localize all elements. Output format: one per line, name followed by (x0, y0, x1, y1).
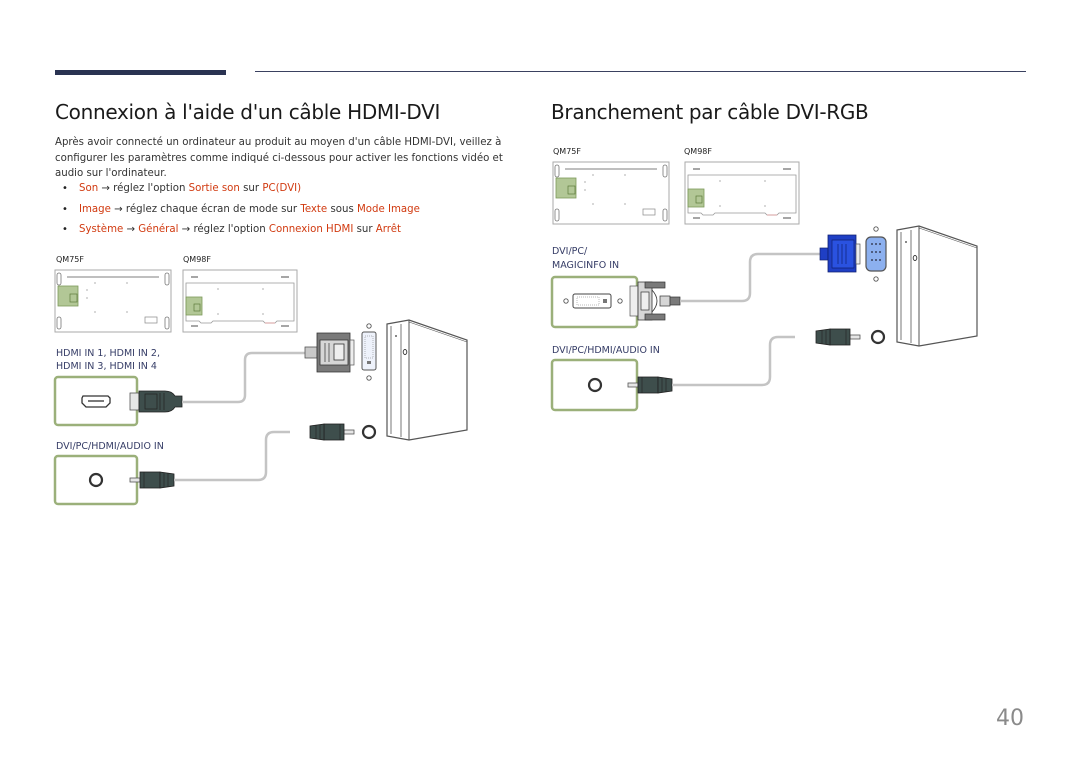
audio-plug-pc-left (309, 423, 355, 441)
connection-diagrams (53, 161, 978, 506)
page-number: 40 (996, 706, 1024, 731)
pc-tower-left (386, 319, 468, 441)
audio-port-box-left (53, 454, 139, 506)
vga-port-pc (865, 226, 887, 282)
pc-tower-right (896, 225, 978, 347)
audio-port-pc-right (870, 329, 886, 345)
monitor-qm98f-right (684, 161, 800, 225)
dvi-plug-monitor (629, 281, 681, 321)
audio-port-box-right (550, 358, 639, 412)
monitor-qm98f-left (182, 269, 298, 333)
hdmi-plug (129, 390, 183, 413)
dvi-port-box (550, 275, 639, 329)
vga-plug (819, 234, 861, 273)
audio-cable-right (672, 335, 795, 387)
audio-cable-left (174, 430, 290, 482)
hdmi-port-box (53, 375, 139, 427)
audio-port-pc-left (361, 424, 377, 440)
hdmi-dvi-cable (182, 351, 305, 404)
dvi-rgb-cable (680, 252, 820, 303)
monitor-qm75f-right (552, 161, 670, 225)
audio-plug-pc-right (815, 328, 861, 346)
monitor-qm75f-left (54, 269, 172, 333)
dvi-port-pc (361, 323, 377, 381)
dvi-plug-pc-side (304, 332, 355, 373)
